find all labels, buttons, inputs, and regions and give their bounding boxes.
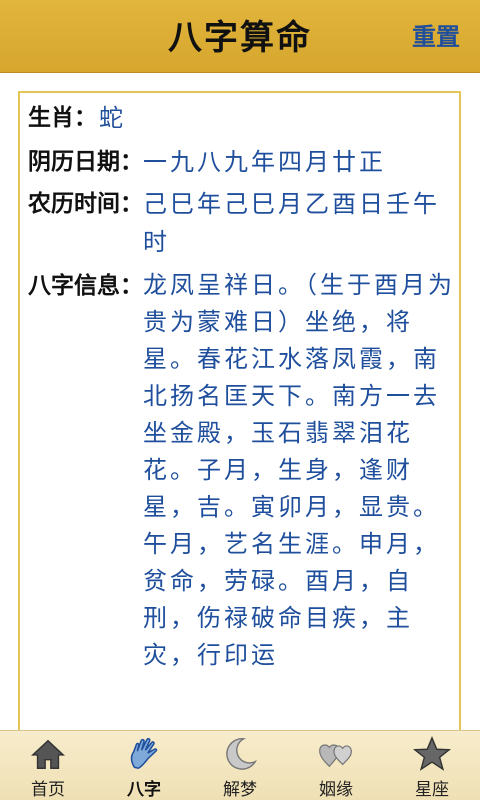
bazi-info-row: 八字信息： 龙凤呈祥日。（生于酉月为贵为蒙难日）坐绝，将星。春花江水落凤霞，南北… — [20, 267, 459, 674]
lunar-time-row: 农历时间： 己巳年己巳月乙酉日壬午时 — [20, 185, 459, 261]
tab-home-label: 首页 — [31, 780, 65, 800]
lunar-date-row: 阴历日期： 一九八九年四月廿正 — [20, 143, 459, 181]
star-icon — [412, 735, 452, 771]
result-panel: 生肖： 蛇 阴历日期： 一九八九年四月廿正 农历时间： 己巳年己巳月乙酉日壬午时… — [18, 91, 461, 733]
app-header: 八字算命 重置 — [0, 0, 480, 73]
bazi-info-label: 八字信息： — [28, 273, 143, 299]
zodiac-row: 生肖： 蛇 — [20, 99, 459, 137]
tab-dream-label: 解梦 — [223, 780, 257, 800]
lunar-date-value: 一九八九年四月廿正 — [143, 148, 386, 176]
zodiac-value: 蛇 — [99, 104, 126, 132]
tab-constellation[interactable]: 星座 — [384, 731, 480, 800]
lunar-time-label: 农历时间： — [28, 191, 143, 217]
lunar-date-label: 阴历日期： — [28, 149, 143, 175]
tab-dream[interactable]: 解梦 — [192, 731, 288, 800]
tab-marriage[interactable]: 姻缘 — [288, 731, 384, 800]
bottom-tab-bar: 首页 八字 解梦 姻缘 星座 — [0, 730, 480, 800]
reset-button[interactable]: 重置 — [412, 17, 460, 52]
lunar-time-value: 己巳年己巳月乙酉日壬午时 — [143, 190, 440, 256]
tab-constellation-label: 星座 — [415, 780, 449, 800]
tab-marriage-label: 姻缘 — [319, 780, 353, 800]
moon-icon — [226, 738, 258, 770]
tab-home[interactable]: 首页 — [0, 731, 96, 800]
bazi-info-value: 龙凤呈祥日。（生于酉月为贵为蒙难日）坐绝，将星。春花江水落凤霞，南北扬名匡天下。… — [143, 271, 455, 669]
hand-icon — [130, 737, 158, 770]
page-title: 八字算命 — [168, 18, 312, 58]
hearts-icon — [319, 744, 352, 768]
tab-bazi-label: 八字 — [127, 780, 161, 800]
home-icon — [30, 739, 66, 769]
zodiac-label: 生肖： — [28, 105, 97, 131]
tab-bazi[interactable]: 八字 — [96, 731, 192, 800]
